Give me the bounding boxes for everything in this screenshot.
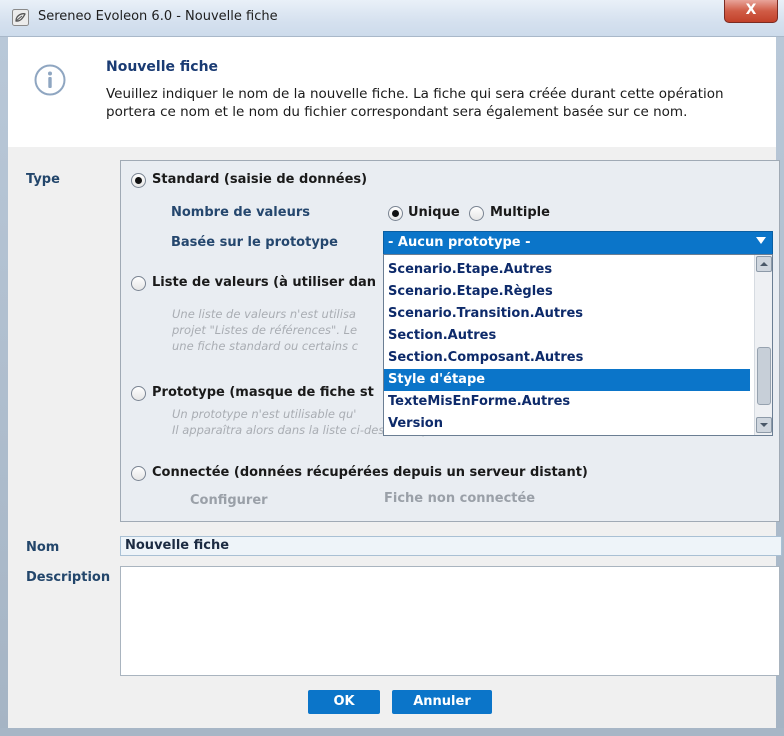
dialog-window: Sereneo Evoleon 6.0 - Nouvelle fiche X N… — [0, 0, 784, 736]
type-label: Type — [26, 172, 60, 187]
radio-multiple[interactable] — [469, 206, 484, 221]
window-border-bottom — [0, 728, 784, 736]
list-item[interactable]: Scenario.Etape.Autres — [384, 259, 750, 281]
radio-liste-valeurs[interactable] — [131, 276, 146, 291]
list-item[interactable]: TexteMisEnForme.Autres — [384, 391, 750, 413]
list-item[interactable]: Scenario.Etape.Règles — [384, 281, 750, 303]
title-bar[interactable]: Sereneo Evoleon 6.0 - Nouvelle fiche X — [0, 0, 784, 37]
window-border-left — [0, 37, 8, 736]
description-textarea[interactable] — [120, 566, 780, 676]
option-prototype-label: Prototype (masque de fiche st — [152, 385, 374, 400]
chevron-down-icon — [760, 423, 768, 427]
nombre-valeurs-label: Nombre de valeurs — [171, 205, 310, 220]
prototype-desc-line-1: Un prototype n'est utilisable qu' — [172, 407, 357, 421]
nom-input[interactable]: Nouvelle fiche — [120, 536, 782, 556]
prototype-select-value: - Aucun prototype - — [388, 235, 531, 250]
radio-prototype[interactable] — [131, 386, 146, 401]
header-description: Veuillez indiquer le nom de la nouvelle … — [106, 86, 724, 120]
prototype-select-label: Basée sur le prototype — [171, 235, 338, 250]
radio-connectee[interactable] — [131, 466, 146, 481]
option-connectee-label: Connectée (données récupérées depuis un … — [152, 465, 588, 480]
list-item[interactable]: Section.Composant.Autres — [384, 347, 750, 369]
unique-label: Unique — [408, 205, 460, 220]
option-liste-label: Liste de valeurs (à utiliser dan — [152, 275, 377, 290]
header-title: Nouvelle fiche — [106, 59, 219, 75]
multiple-label: Multiple — [490, 205, 550, 220]
radio-standard[interactable] — [131, 173, 146, 188]
prototype-select[interactable]: - Aucun prototype - — [383, 231, 773, 255]
scroll-thumb[interactable] — [757, 347, 771, 405]
liste-desc-line-3: une fiche standard ou certains c — [172, 339, 359, 353]
liste-desc-line-1: Une liste de valeurs n'est utilisa — [172, 307, 356, 321]
app-logo-icon — [12, 9, 29, 26]
list-item[interactable]: Section.Autres — [384, 325, 750, 347]
list-scrollbar[interactable] — [754, 255, 772, 435]
connection-status: Fiche non connectée — [384, 491, 536, 506]
scroll-up-button[interactable] — [756, 256, 772, 272]
liste-desc-line-2: projet "Listes de références". Le — [172, 323, 358, 337]
prototype-dropdown-list[interactable]: Scenario.Etape.Autres Scenario.Etape.Règ… — [383, 254, 773, 436]
nom-label: Nom — [26, 540, 60, 555]
cancel-button[interactable]: Annuler — [392, 690, 492, 714]
configure-button[interactable]: Configurer — [190, 493, 268, 508]
list-item-selected[interactable]: Style d'étape — [384, 369, 750, 391]
list-item[interactable]: Version — [384, 413, 750, 435]
chevron-down-icon — [756, 237, 766, 244]
description-label: Description — [26, 570, 111, 585]
info-icon — [34, 64, 66, 96]
ok-button[interactable]: OK — [308, 690, 380, 714]
radio-unique[interactable] — [388, 206, 403, 221]
option-standard-label: Standard (saisie de données) — [152, 172, 368, 187]
close-button[interactable]: X — [724, 0, 778, 23]
window-title: Sereneo Evoleon 6.0 - Nouvelle fiche — [38, 9, 278, 24]
list-item[interactable]: Scenario.Transition.Autres — [384, 303, 750, 325]
chevron-up-icon — [760, 262, 768, 266]
scroll-down-button[interactable] — [756, 417, 772, 433]
